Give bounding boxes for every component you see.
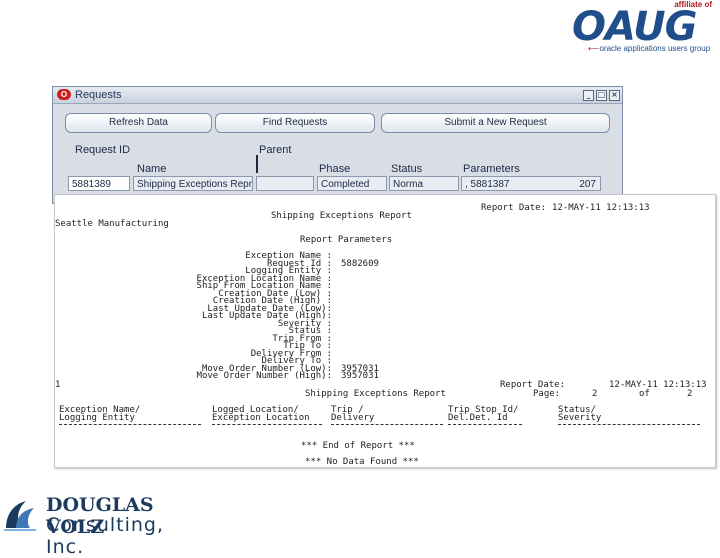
- report-page-of: of: [639, 389, 650, 399]
- minimize-icon[interactable]: _: [583, 90, 594, 101]
- report-params-heading: Report Parameters: [300, 235, 393, 245]
- status-field[interactable]: Norma: [389, 176, 459, 191]
- report-end-text: *** End of Report ***: [301, 441, 415, 451]
- text-cursor: [256, 155, 258, 173]
- find-requests-button[interactable]: Find Requests: [215, 113, 375, 133]
- oaug-logo: affiliate of OAUG ⟵oracle applications u…: [568, 0, 718, 58]
- report-date-label: Report Date:: [481, 203, 547, 213]
- report-column-header-line2: Del.Det. Id: [448, 413, 508, 423]
- report-column-header-line2: Exception Location: [212, 413, 310, 423]
- close-icon[interactable]: ×: [609, 90, 620, 101]
- parameters-value: , 5881387: [465, 179, 510, 190]
- col-status: Status: [391, 163, 423, 175]
- report-param-label: Move Order Number (High):: [196, 371, 332, 381]
- parameters-field[interactable]: , 5881387 207: [461, 176, 601, 191]
- parameters-extra: 207: [579, 179, 596, 190]
- report-org: Seattle Manufacturing: [55, 219, 169, 229]
- report-column-header-line2: Delivery: [331, 413, 375, 423]
- report-page-total: 2: [687, 389, 693, 399]
- report-column-underline: [212, 424, 322, 425]
- maximize-icon[interactable]: □: [596, 90, 607, 101]
- submit-new-request-button[interactable]: Submit a New Request: [381, 113, 610, 133]
- report-title: Shipping Exceptions Report: [271, 211, 412, 221]
- col-parameters: Parameters: [463, 163, 520, 175]
- report-output: Report Date: 12-MAY-11 12:13:13 Shipping…: [54, 194, 716, 468]
- window-title: Requests: [75, 89, 122, 101]
- col-parent: Parent: [259, 144, 292, 156]
- phase-field[interactable]: Completed: [317, 176, 387, 191]
- report-column-underline: [59, 424, 201, 425]
- report-page-marker: 1: [55, 380, 61, 390]
- report-page-num: 2: [592, 389, 598, 399]
- request-id-field[interactable]: 5881389: [68, 176, 130, 191]
- report-column-underline: [331, 424, 443, 425]
- requests-window: O Requests _ □ × Refresh Data Find Reque…: [52, 86, 623, 204]
- parent-field[interactable]: [256, 176, 314, 191]
- name-field[interactable]: Shipping Exceptions Repr: [133, 176, 253, 191]
- report-date-value: 12-MAY-11 12:13:13: [552, 203, 650, 213]
- report-column-underline: [558, 424, 700, 425]
- report-column-underline: [448, 424, 522, 425]
- col-name: Name: [137, 163, 167, 175]
- oaug-tagline: ⟵oracle applications users group: [588, 44, 711, 53]
- report-page2-title: Shipping Exceptions Report: [305, 389, 446, 399]
- refresh-data-button[interactable]: Refresh Data: [65, 113, 212, 133]
- col-request-id: Request ID: [75, 144, 131, 156]
- douglas-volz-logo: DOUGLAS VOLZ Consulting, Inc.: [0, 490, 200, 558]
- report-param-value: 5882609: [341, 258, 379, 269]
- col-phase: Phase: [319, 163, 351, 175]
- report-param-value: 3957031: [341, 371, 379, 381]
- oracle-app-icon: O: [57, 89, 71, 100]
- report-column-header-line2: Logging Entity: [59, 413, 135, 423]
- report-page-label: Page:: [533, 389, 561, 399]
- report-no-data-text: *** No Data Found ***: [305, 457, 419, 467]
- report-column-header-line2: Severity: [558, 413, 602, 423]
- douglas-volz-subtitle: Consulting, Inc.: [46, 514, 165, 558]
- douglas-volz-logo-mark-icon: [4, 501, 36, 531]
- window-titlebar: O Requests _ □ ×: [53, 87, 622, 104]
